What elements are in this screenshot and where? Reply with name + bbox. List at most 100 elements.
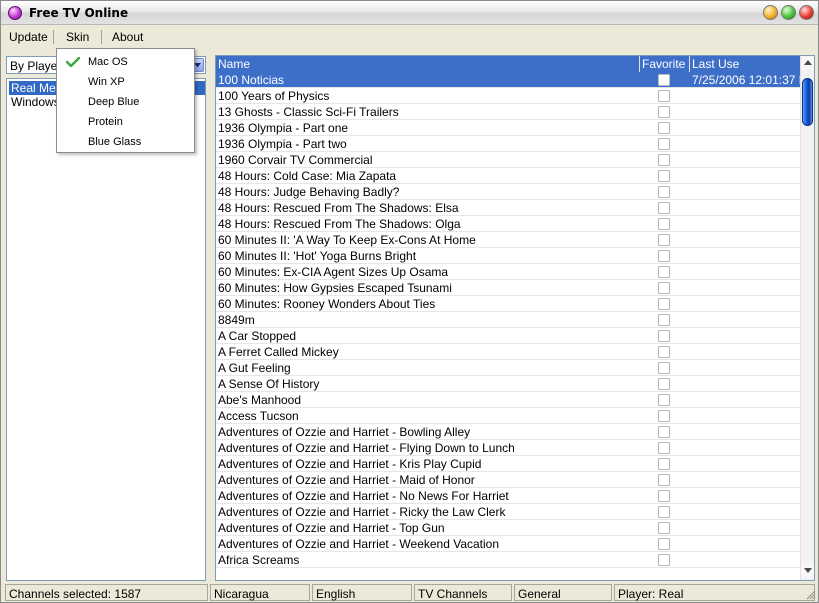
column-header-last-use[interactable]: Last Use — [692, 57, 739, 71]
skin-menu-item-protein[interactable]: Protein — [57, 112, 194, 132]
table-row[interactable]: 48 Hours: Rescued From The Shadows: Elsa — [216, 200, 800, 216]
table-row[interactable]: 60 Minutes: Rooney Wonders About Ties — [216, 296, 800, 312]
scroll-down-button[interactable] — [801, 564, 814, 578]
vertical-scrollbar[interactable] — [800, 56, 814, 580]
favorite-checkbox[interactable] — [658, 442, 670, 454]
minimize-orb-icon[interactable] — [763, 5, 778, 20]
favorite-checkbox[interactable] — [658, 394, 670, 406]
column-header-name[interactable]: Name — [218, 57, 250, 71]
table-row[interactable]: Adventures of Ozzie and Harriet - Maid o… — [216, 472, 800, 488]
table-row[interactable]: 48 Hours: Cold Case: Mia Zapata — [216, 168, 800, 184]
menu-about[interactable]: About — [112, 30, 143, 44]
table-row[interactable]: Adventures of Ozzie and Harriet - Flying… — [216, 440, 800, 456]
favorite-checkbox[interactable] — [658, 538, 670, 550]
favorite-checkbox[interactable] — [658, 106, 670, 118]
table-row[interactable]: Abe's Manhood — [216, 392, 800, 408]
table-row[interactable]: Adventures of Ozzie and Harriet - Ricky … — [216, 504, 800, 520]
table-row[interactable]: Adventures of Ozzie and Harriet - Top Gu… — [216, 520, 800, 536]
favorite-checkbox[interactable] — [658, 314, 670, 326]
scrollbar-thumb[interactable] — [802, 78, 813, 126]
favorite-checkbox[interactable] — [658, 282, 670, 294]
channel-name: 13 Ghosts - Classic Sci-Fi Trailers — [218, 105, 399, 119]
table-row[interactable]: 60 Minutes II: 'Hot' Yoga Burns Bright — [216, 248, 800, 264]
favorite-checkbox[interactable] — [658, 490, 670, 502]
table-row[interactable]: Africa Screams — [216, 552, 800, 568]
channel-name: 8849m — [218, 313, 255, 327]
table-row[interactable]: A Sense Of History — [216, 376, 800, 392]
favorite-checkbox[interactable] — [658, 346, 670, 358]
table-row[interactable]: 48 Hours: Judge Behaving Badly? — [216, 184, 800, 200]
status-player: Player: Real — [614, 584, 815, 601]
status-category: General — [514, 584, 612, 601]
favorite-checkbox[interactable] — [658, 186, 670, 198]
skin-menu-item-mac-os[interactable]: Mac OS — [57, 52, 194, 72]
table-row[interactable]: A Ferret Called Mickey — [216, 344, 800, 360]
column-divider[interactable] — [689, 56, 690, 72]
table-row[interactable]: 1960 Corvair TV Commercial — [216, 152, 800, 168]
table-row[interactable]: Adventures of Ozzie and Harriet - Kris P… — [216, 456, 800, 472]
favorite-checkbox[interactable] — [658, 410, 670, 422]
skin-menu-item-deep-blue[interactable]: Deep Blue — [57, 92, 194, 112]
favorite-checkbox[interactable] — [658, 378, 670, 390]
table-row[interactable]: Adventures of Ozzie and Harriet - Bowlin… — [216, 424, 800, 440]
table-row[interactable]: 100 Years of Physics — [216, 88, 800, 104]
channel-name: 60 Minutes: Ex-CIA Agent Sizes Up Osama — [218, 265, 449, 279]
favorite-checkbox[interactable] — [658, 138, 670, 150]
channel-name: 60 Minutes II: 'Hot' Yoga Burns Bright — [218, 249, 417, 263]
skin-menu-item-blue-glass[interactable]: Blue Glass — [57, 132, 194, 152]
skin-menu-item-label: Mac OS — [88, 56, 128, 68]
favorite-checkbox[interactable] — [658, 74, 670, 86]
title-bar[interactable]: Free TV Online — [1, 1, 818, 25]
table-row[interactable]: A Car Stopped — [216, 328, 800, 344]
favorite-checkbox[interactable] — [658, 170, 670, 182]
channel-name: Adventures of Ozzie and Harriet - Top Gu… — [218, 521, 445, 535]
favorite-checkbox[interactable] — [658, 426, 670, 438]
favorite-checkbox[interactable] — [658, 330, 670, 342]
favorite-checkbox[interactable] — [658, 298, 670, 310]
column-divider[interactable] — [639, 56, 640, 72]
table-row[interactable]: 13 Ghosts - Classic Sci-Fi Trailers — [216, 104, 800, 120]
favorite-checkbox[interactable] — [658, 522, 670, 534]
player-list[interactable]: Real Media Windows Media — [6, 78, 206, 581]
close-orb-icon[interactable] — [799, 5, 814, 20]
table-row[interactable]: 60 Minutes: Ex-CIA Agent Sizes Up Osama — [216, 264, 800, 280]
table-row[interactable]: 48 Hours: Rescued From The Shadows: Olga — [216, 216, 800, 232]
table-row[interactable]: Access Tucson — [216, 408, 800, 424]
favorite-checkbox[interactable] — [658, 154, 670, 166]
table-row[interactable]: A Gut Feeling — [216, 360, 800, 376]
scroll-up-button[interactable] — [801, 56, 814, 70]
skin-menu-item-win-xp[interactable]: Win XP — [57, 72, 194, 92]
window-title: Free TV Online — [29, 6, 129, 20]
channel-name: Africa Screams — [218, 553, 300, 567]
favorite-checkbox[interactable] — [658, 362, 670, 374]
favorite-checkbox[interactable] — [658, 554, 670, 566]
menu-update[interactable]: Update — [9, 30, 48, 44]
channel-name: 60 Minutes: How Gypsies Escaped Tsunami — [218, 281, 452, 295]
column-header-favorite[interactable]: Favorite — [642, 57, 685, 71]
favorite-checkbox[interactable] — [658, 266, 670, 278]
last-use-value: 7/25/2006 12:01:37 PM — [692, 73, 802, 87]
favorite-checkbox[interactable] — [658, 474, 670, 486]
resize-grip-icon[interactable] — [805, 589, 816, 600]
maximize-orb-icon[interactable] — [781, 5, 796, 20]
favorite-checkbox[interactable] — [658, 202, 670, 214]
favorite-checkbox[interactable] — [658, 234, 670, 246]
status-bar: Channels selected: 1587 Nicaragua Englis… — [1, 583, 818, 602]
channel-name: 1936 Olympia - Part two — [218, 137, 347, 151]
favorite-checkbox[interactable] — [658, 458, 670, 470]
table-row[interactable]: 60 Minutes: How Gypsies Escaped Tsunami — [216, 280, 800, 296]
favorite-checkbox[interactable] — [658, 122, 670, 134]
favorite-checkbox[interactable] — [658, 90, 670, 102]
menu-skin[interactable]: Skin — [66, 30, 89, 44]
table-row[interactable]: Adventures of Ozzie and Harriet - Weeken… — [216, 536, 800, 552]
table-row[interactable]: Adventures of Ozzie and Harriet - No New… — [216, 488, 800, 504]
table-row[interactable]: 100 Noticias 7/25/2006 12:01:37 PM — [216, 72, 802, 88]
favorite-checkbox[interactable] — [658, 218, 670, 230]
tv-orb-icon — [8, 6, 22, 20]
table-row[interactable]: 60 Minutes II: 'A Way To Keep Ex-Cons At… — [216, 232, 800, 248]
favorite-checkbox[interactable] — [658, 506, 670, 518]
table-row[interactable]: 1936 Olympia - Part two — [216, 136, 800, 152]
table-row[interactable]: 1936 Olympia - Part one — [216, 120, 800, 136]
favorite-checkbox[interactable] — [658, 250, 670, 262]
table-row[interactable]: 8849m — [216, 312, 800, 328]
